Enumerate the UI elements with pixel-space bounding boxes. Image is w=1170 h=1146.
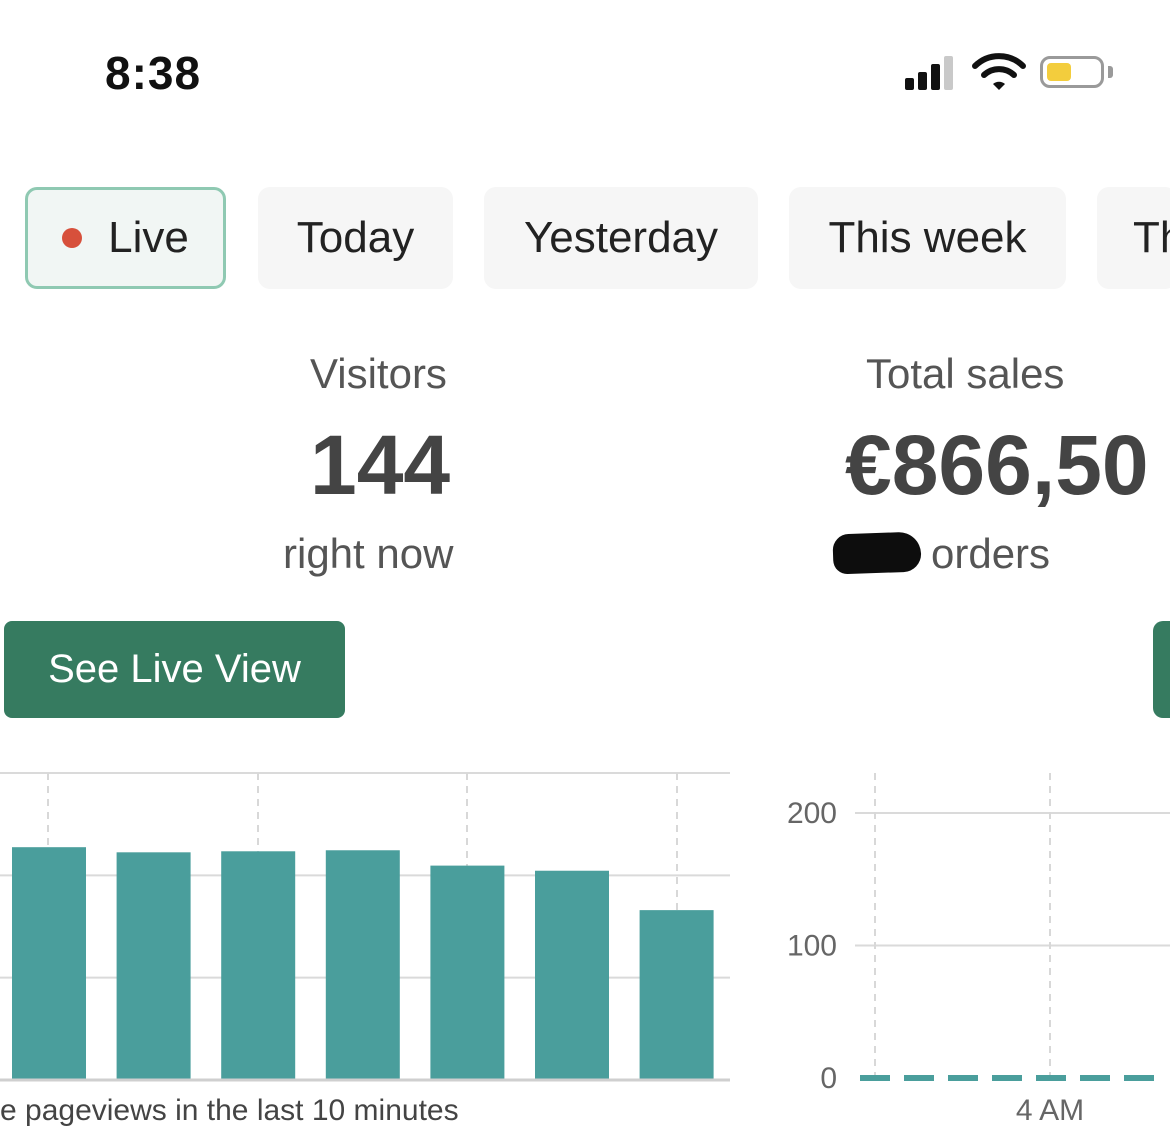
sales-line-chart: 200 100 0 4 AM — [787, 773, 1170, 1127]
visitors-label: Visitors — [310, 350, 447, 397]
orders-label: orders — [931, 530, 1051, 577]
status-time: 8:38 — [105, 47, 202, 99]
signal-icon — [905, 56, 959, 90]
bar — [639, 910, 714, 1080]
tab-label: Today — [296, 213, 415, 262]
tab-label: Live — [108, 213, 189, 262]
tab-label: Yesterday — [523, 213, 719, 262]
bar — [430, 865, 505, 1080]
tab-yesterday[interactable]: Yesterday — [484, 187, 758, 289]
see-live-view-button[interactable]: See Live View — [4, 621, 345, 718]
redacted-count — [832, 531, 922, 575]
tab-label: This week — [828, 213, 1027, 262]
y-tick-label: 0 — [820, 1062, 837, 1095]
tab-today[interactable]: Today — [258, 187, 453, 289]
tab-this-week[interactable]: This week — [789, 187, 1066, 289]
chart-caption: e pageviews in the last 10 minutes — [0, 1094, 459, 1127]
bar — [116, 852, 191, 1080]
total-sales-label: Total sales — [866, 350, 1065, 397]
bar — [535, 870, 609, 1080]
pageviews-bar-chart — [0, 772, 730, 1082]
live-dot-icon — [62, 228, 83, 248]
tab-label: Th — [1133, 213, 1170, 262]
total-sales-value: €866,50 — [845, 418, 1149, 512]
x-tick-label: 4 AM — [1016, 1094, 1084, 1127]
y-tick-label: 200 — [787, 797, 837, 830]
y-tick-label: 100 — [787, 930, 837, 963]
bar — [221, 851, 296, 1080]
wifi-icon — [972, 53, 1026, 90]
partial-button[interactable] — [1153, 621, 1170, 718]
tab-live[interactable]: Live — [25, 187, 226, 289]
visitors-sub: right now — [283, 530, 454, 577]
battery-icon — [1040, 56, 1104, 88]
visitors-value: 144 — [310, 418, 451, 512]
bar — [325, 850, 400, 1080]
battery-tip — [1108, 66, 1113, 78]
tab-partial[interactable]: Th — [1097, 187, 1170, 289]
bar — [12, 847, 86, 1080]
